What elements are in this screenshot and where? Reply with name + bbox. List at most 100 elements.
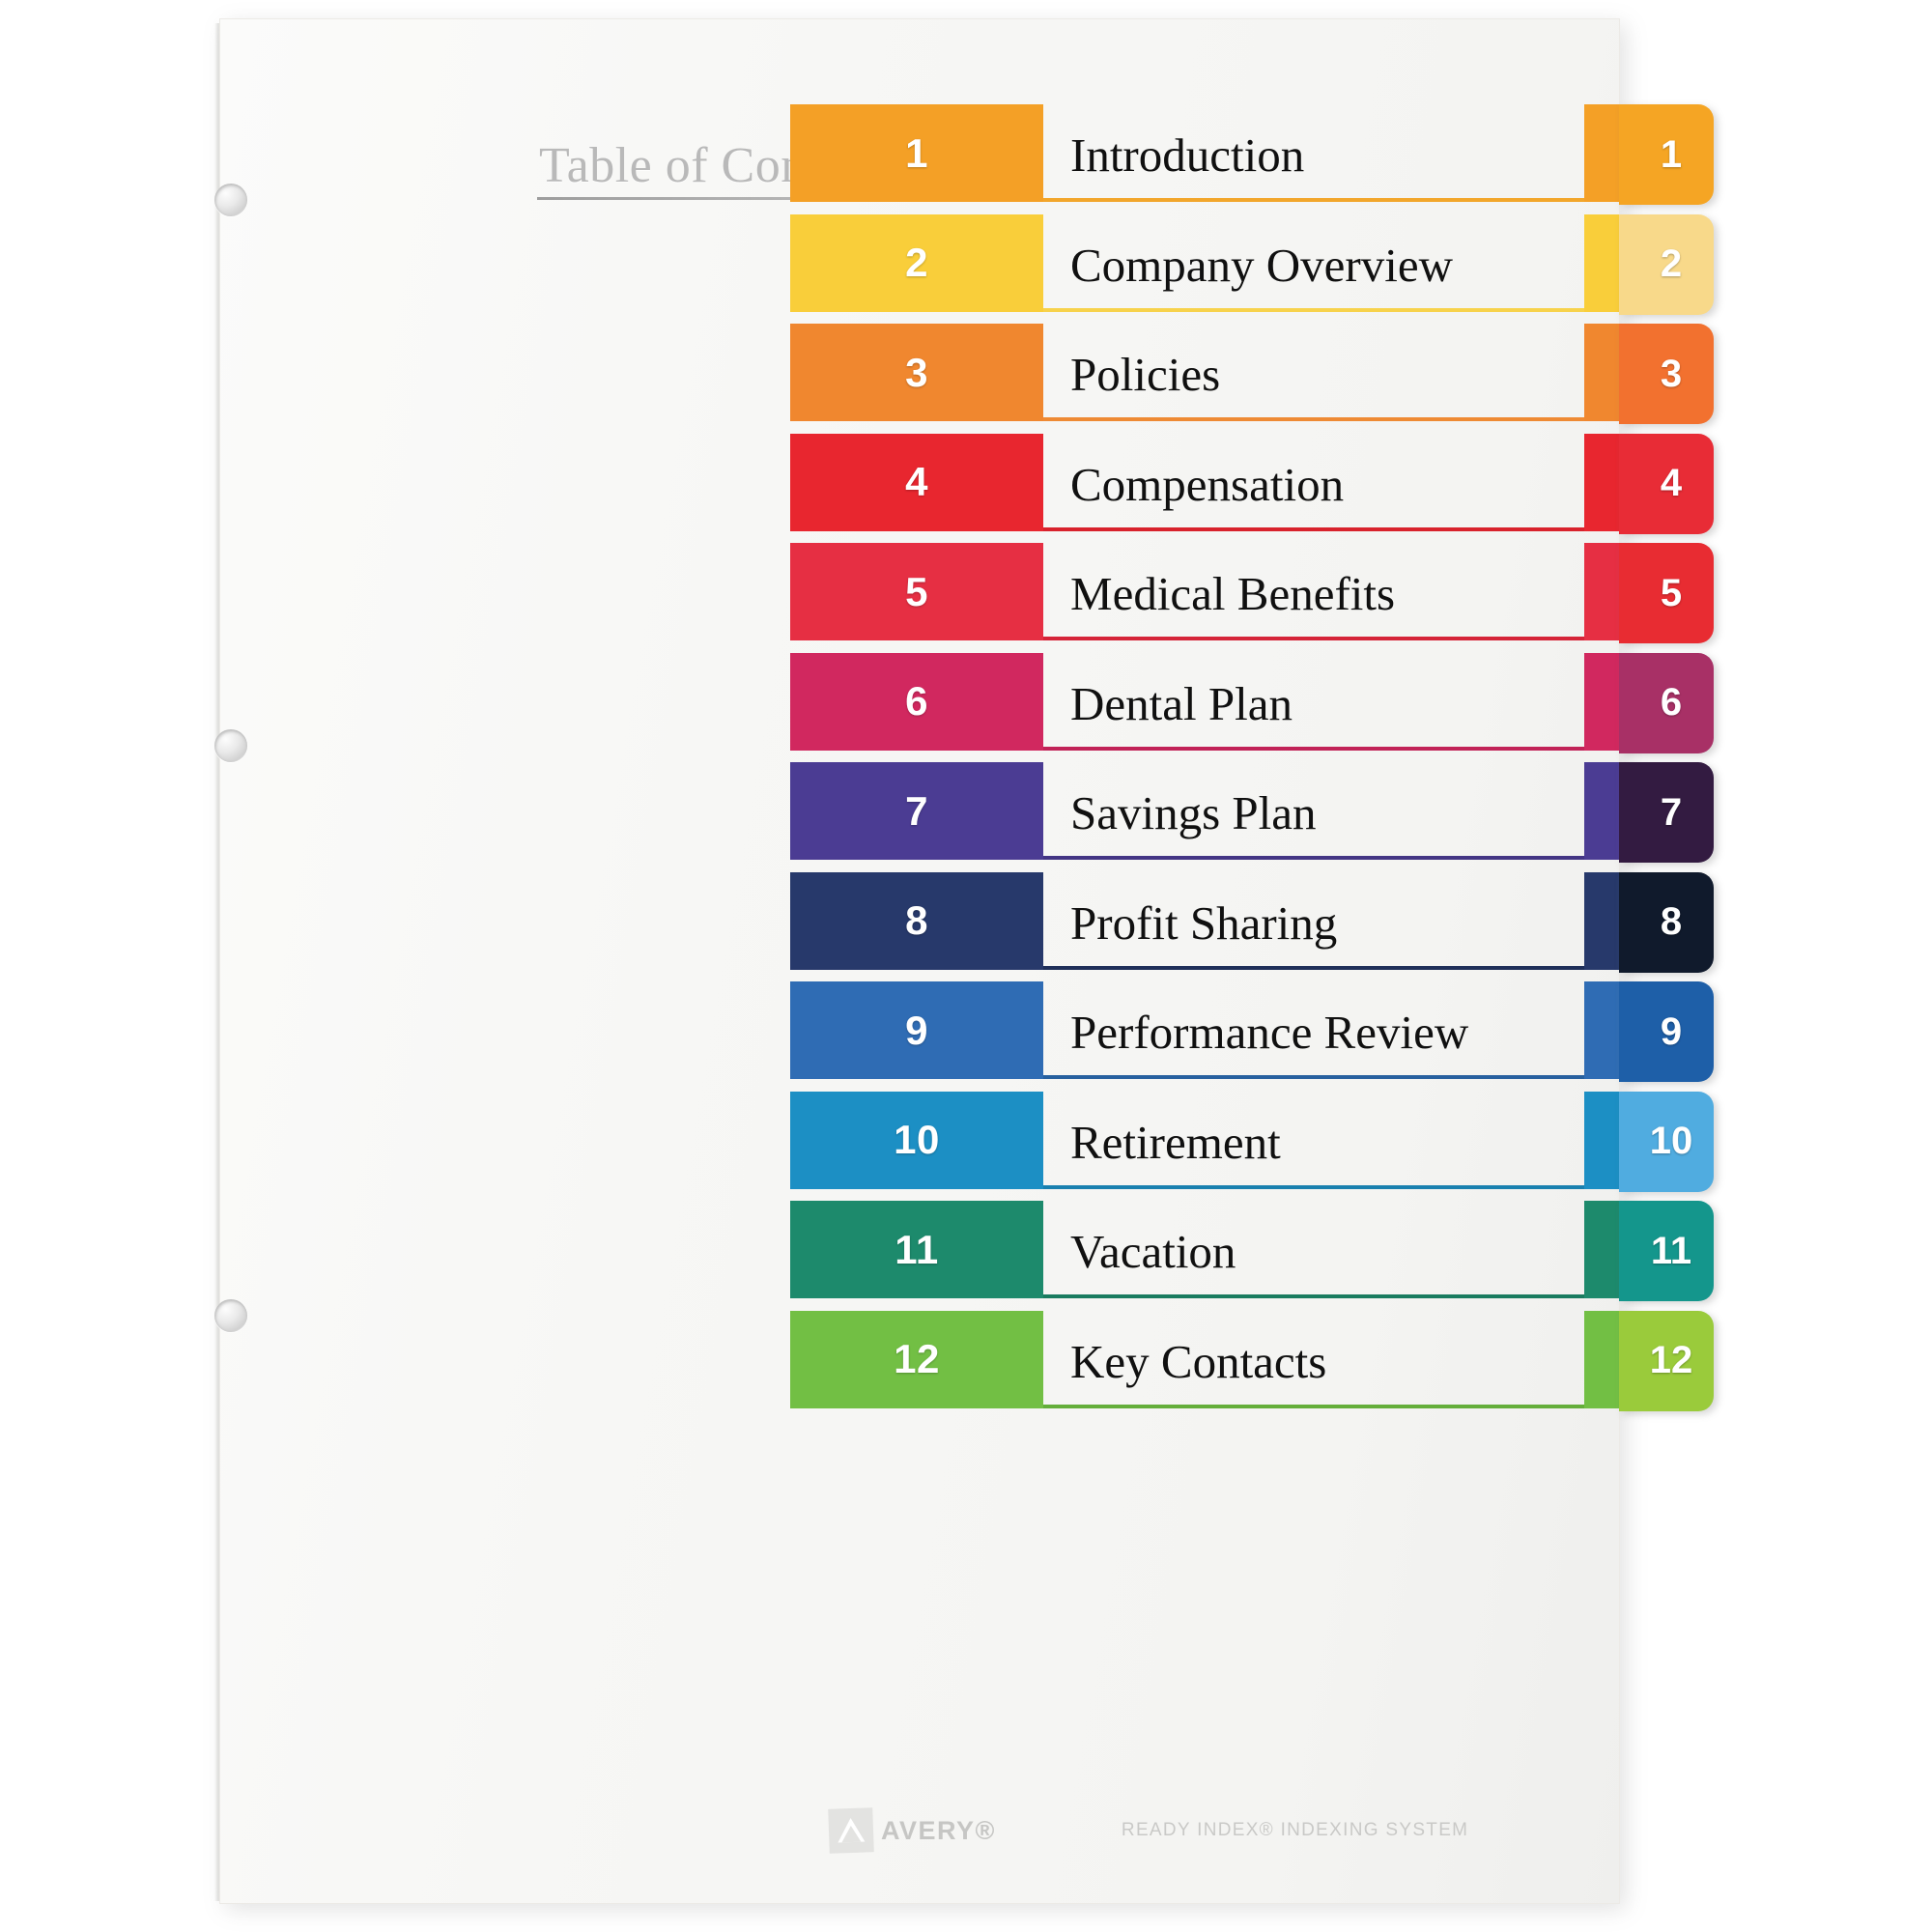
row-number-block: 1 (790, 104, 1043, 202)
row-label: Key Contacts (1070, 1334, 1327, 1388)
row-label: Company Overview (1070, 238, 1453, 292)
contents-row[interactable]: 5 Medical Benefits (220, 543, 1619, 640)
avery-wordmark: AVERY® (881, 1815, 996, 1845)
index-tab[interactable]: 5 (1619, 543, 1714, 643)
row-edge-block (1584, 433, 1619, 531)
contents-row[interactable]: 11 Vacation (220, 1201, 1619, 1298)
index-tab-number: 9 (1660, 1009, 1683, 1053)
row-label: Savings Plan (1070, 786, 1317, 839)
table-of-contents-sheet: Table of Contents 1 Introduction 2 Company … (214, 19, 1621, 1903)
row-underline (1043, 1075, 1584, 1079)
index-tab[interactable]: 7 (1619, 762, 1714, 863)
contents-row[interactable]: 9 Performance Review (220, 981, 1619, 1079)
row-edge-block (1584, 324, 1619, 421)
contents-row[interactable]: 8 Profit Sharing (220, 871, 1619, 970)
row-edge-block (1584, 652, 1619, 751)
contents-row[interactable]: 3 Policies (220, 324, 1619, 421)
index-tab[interactable]: 8 (1619, 871, 1714, 973)
row-number: 4 (905, 459, 928, 504)
row-number: 6 (905, 678, 928, 724)
index-tab[interactable]: 1 (1619, 104, 1714, 205)
index-tab[interactable]: 11 (1619, 1201, 1714, 1301)
row-number: 1 (905, 129, 928, 176)
row-number-block: 5 (790, 543, 1043, 640)
contents-row[interactable]: 12 Key Contacts (220, 1310, 1619, 1408)
ready-index-system-label: READY INDEX® INDEXING SYSTEM (1121, 1820, 1469, 1840)
row-label: Retirement (1070, 1115, 1281, 1169)
index-tab[interactable]: 2 (1619, 213, 1714, 315)
index-tab-number: 3 (1660, 352, 1683, 395)
index-tab-number: 4 (1660, 462, 1683, 504)
row-underline (1043, 856, 1584, 860)
contents-row[interactable]: 2 Company Overview (220, 213, 1619, 312)
index-tab[interactable]: 12 (1619, 1310, 1714, 1411)
index-tab[interactable]: 3 (1619, 324, 1714, 424)
contents-row[interactable]: 4 Compensation (220, 433, 1619, 531)
row-label: Compensation (1070, 457, 1345, 511)
row-label: Profit Sharing (1070, 895, 1338, 950)
row-underline (1043, 746, 1584, 751)
index-tab-number: 11 (1650, 1229, 1692, 1272)
index-tab-number: 1 (1660, 132, 1683, 176)
row-number-block: 8 (790, 871, 1043, 970)
index-tab[interactable]: 6 (1619, 652, 1714, 753)
row-number-block: 6 (790, 652, 1043, 751)
row-number: 3 (905, 349, 928, 395)
index-tab-number: 12 (1649, 1339, 1693, 1381)
contents-row[interactable]: 10 Retirement (220, 1091, 1619, 1189)
index-tab-number: 7 (1660, 790, 1683, 834)
row-underline (1043, 1184, 1584, 1189)
index-tab-number: 8 (1660, 900, 1683, 943)
row-number: 8 (905, 897, 928, 943)
index-tab[interactable]: 4 (1619, 433, 1714, 534)
row-edge-block (1584, 1091, 1619, 1189)
row-number: 9 (905, 1007, 928, 1053)
row-number: 10 (894, 1117, 940, 1162)
row-number-block: 2 (790, 213, 1043, 312)
row-edge-block (1584, 981, 1619, 1079)
row-edge-block (1584, 104, 1619, 202)
row-edge-block (1584, 1201, 1619, 1298)
row-underline (1043, 307, 1584, 312)
row-label: Policies (1070, 348, 1221, 401)
row-edge-block (1584, 543, 1619, 640)
row-edge-block (1584, 213, 1619, 312)
contents-row[interactable]: 1 Introduction (220, 104, 1619, 202)
row-number-block: 7 (790, 762, 1043, 860)
row-edge-block (1584, 1310, 1619, 1408)
row-underline (1043, 1294, 1584, 1298)
index-tab-number: 5 (1660, 571, 1683, 614)
contents-row[interactable]: 7 Savings Plan (220, 762, 1619, 860)
row-number: 7 (905, 787, 928, 834)
divider-page-photo: Table of Contents 1 Introduction 2 Company … (0, 0, 1932, 1932)
row-number-block: 3 (790, 324, 1043, 421)
row-number: 12 (894, 1336, 940, 1381)
row-edge-block (1584, 762, 1619, 860)
row-number: 2 (905, 240, 928, 285)
index-tab-number: 6 (1660, 681, 1683, 724)
row-number: 11 (895, 1226, 939, 1272)
row-underline (1043, 198, 1584, 202)
index-tab[interactable]: 10 (1619, 1091, 1714, 1192)
row-number: 5 (905, 568, 928, 614)
sheet-footer: AVERY® READY INDEX® INDEXING SYSTEM (828, 1802, 1621, 1860)
row-underline (1043, 417, 1584, 421)
row-number-block: 10 (790, 1091, 1043, 1189)
row-number-block: 12 (790, 1310, 1043, 1408)
row-label: Vacation (1070, 1225, 1236, 1278)
index-tab-number: 10 (1649, 1120, 1693, 1162)
row-underline (1043, 637, 1584, 640)
avery-brand: AVERY® (828, 1807, 996, 1854)
contents-row[interactable]: 6 Dental Plan (220, 652, 1619, 751)
index-tab[interactable]: 9 (1619, 981, 1714, 1082)
row-number-block: 4 (790, 433, 1043, 531)
row-underline (1043, 526, 1584, 531)
row-number-block: 11 (790, 1201, 1043, 1298)
row-label: Performance Review (1070, 1006, 1469, 1059)
row-label: Introduction (1070, 128, 1305, 182)
row-number-block: 9 (790, 981, 1043, 1079)
index-tab-number: 2 (1660, 242, 1683, 285)
row-underline (1043, 1404, 1584, 1408)
row-underline (1043, 965, 1584, 970)
avery-triangle-logo-icon (828, 1807, 874, 1854)
